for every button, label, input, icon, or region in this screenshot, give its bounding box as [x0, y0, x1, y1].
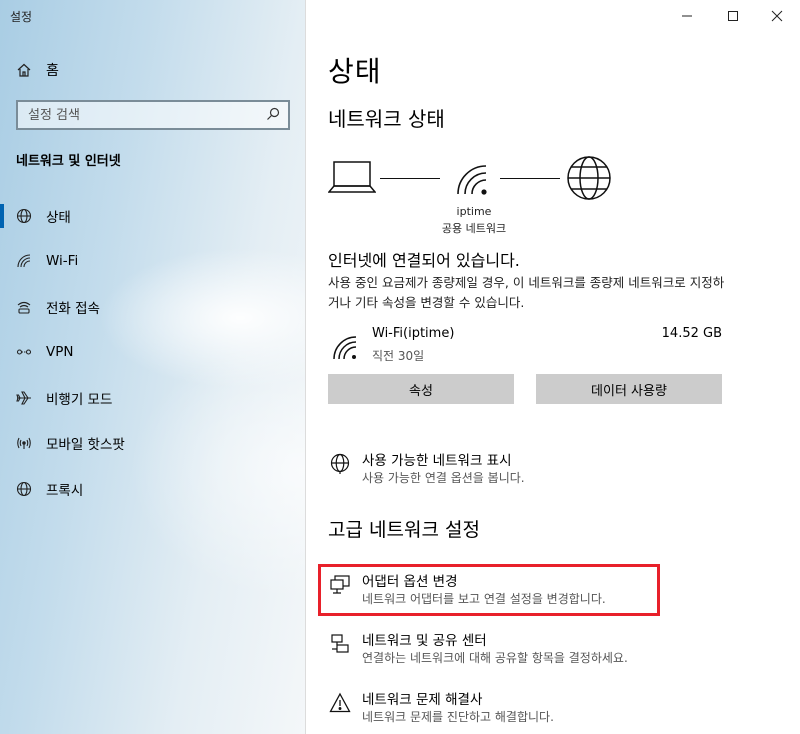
sidebar-section-title: 네트워크 및 인터넷 — [16, 154, 121, 169]
connected-status: 인터넷에 연결되어 있습니다. — [328, 251, 520, 270]
sidebar-item-vpn[interactable]: VPN — [0, 330, 306, 376]
search-icon[interactable] — [266, 106, 280, 125]
sidebar-item-dialup[interactable]: 전화 접속 — [0, 284, 306, 330]
adapter-icon — [328, 573, 352, 597]
sidebar-item-hotspot[interactable]: 모바일 핫스팟 — [0, 421, 306, 467]
hotspot-icon — [16, 435, 32, 451]
globe-icon — [16, 481, 32, 497]
sidebar-item-wifi[interactable]: Wi-Fi — [0, 239, 306, 285]
link-subtitle: 네트워크 문제를 진단하고 해결합니다. — [362, 710, 554, 724]
sidebar-item-label: Wi-Fi — [46, 253, 79, 270]
home-label: 홈 — [46, 63, 59, 79]
network-type-label: 공용 네트워크 — [441, 222, 507, 235]
page-title: 상태 — [328, 55, 382, 88]
laptop-icon — [327, 160, 377, 200]
advanced-settings-heading: 고급 네트워크 설정 — [328, 519, 480, 541]
network-status-heading: 네트워크 상태 — [328, 107, 445, 131]
link-subtitle: 연결하는 네트워크에 대해 공유할 항목을 결정하세요. — [362, 651, 628, 665]
wifi-icon — [454, 162, 490, 202]
metered-description: 사용 중인 요금제가 종량제일 경우, 이 네트워크를 종량제 네트워크로 지정… — [328, 275, 725, 310]
wifi-icon — [332, 335, 358, 365]
search-box[interactable] — [16, 100, 290, 130]
link-title: 네트워크 문제 해결사 — [362, 692, 483, 708]
network-diagram: iptime 공용 네트워크 — [327, 150, 628, 240]
main-pane: 상태 네트워크 상태 iptime 공용 네트워크 인터넷에 연결되어 있습니다… — [306, 0, 800, 734]
warning-icon — [328, 691, 352, 715]
app-title: 설정 — [10, 10, 33, 24]
globe-icon — [328, 452, 352, 476]
properties-button[interactable]: 속성 — [328, 374, 514, 404]
link-title: 네트워크 및 공유 센터 — [362, 633, 487, 649]
sidebar-item-label: 비행기 모드 — [46, 391, 113, 408]
globe-icon — [16, 208, 32, 224]
home-link[interactable]: 홈 — [16, 60, 59, 80]
connection-line — [500, 178, 560, 179]
sidebar-item-airplane[interactable]: 비행기 모드 — [0, 375, 306, 421]
network-name-label: iptime — [456, 205, 492, 218]
link-title: 어댑터 옵션 변경 — [362, 574, 458, 590]
sidebar-item-label: 상태 — [46, 209, 71, 226]
sidebar-item-label: 모바일 핫스팟 — [46, 437, 125, 454]
connection-line — [380, 178, 440, 179]
link-title: 사용 가능한 네트워크 표시 — [362, 453, 512, 469]
sidebar: 설정 홈 네트워크 및 인터넷 상태 — [0, 0, 306, 734]
sidebar-nav: 상태 Wi-Fi 전화 접속 VPN 비행기 모드 모바일 핫스팟 프록시 — [0, 193, 306, 512]
home-icon — [16, 62, 32, 78]
data-usage-value: 14.52 GB — [661, 326, 722, 341]
sidebar-item-status[interactable]: 상태 — [0, 193, 306, 239]
vpn-icon — [16, 344, 32, 360]
sharing-center-icon — [328, 632, 352, 656]
sidebar-item-label: 프록시 — [46, 482, 84, 499]
troubleshooter-link[interactable]: 네트워크 문제 해결사 네트워크 문제를 진단하고 해결합니다. — [328, 688, 748, 728]
link-subtitle: 사용 가능한 연결 옵션을 봅니다. — [362, 471, 525, 485]
connection-name: Wi-Fi(iptime) — [372, 326, 455, 341]
show-networks-link[interactable]: 사용 가능한 네트워크 표시 사용 가능한 연결 옵션을 봅니다. — [328, 449, 748, 489]
adapter-options-link[interactable]: 어댑터 옵션 변경 네트워크 어댑터를 보고 연결 설정을 변경합니다. — [328, 570, 748, 610]
wifi-icon — [16, 253, 32, 269]
sidebar-item-proxy[interactable]: 프록시 — [0, 466, 306, 512]
sidebar-item-label: VPN — [46, 344, 74, 361]
data-usage-button[interactable]: 데이터 사용량 — [536, 374, 722, 404]
airplane-icon — [16, 390, 32, 406]
search-input[interactable] — [28, 107, 248, 123]
connection-period: 직전 30일 — [372, 349, 425, 363]
dialup-icon — [16, 299, 32, 315]
globe-icon — [566, 155, 612, 205]
link-subtitle: 네트워크 어댑터를 보고 연결 설정을 변경합니다. — [362, 592, 606, 606]
sidebar-item-label: 전화 접속 — [46, 300, 100, 317]
connection-row: Wi-Fi(iptime) 직전 30일 14.52 GB — [328, 323, 722, 369]
sharing-center-link[interactable]: 네트워크 및 공유 센터 연결하는 네트워크에 대해 공유할 항목을 결정하세요… — [328, 629, 748, 669]
